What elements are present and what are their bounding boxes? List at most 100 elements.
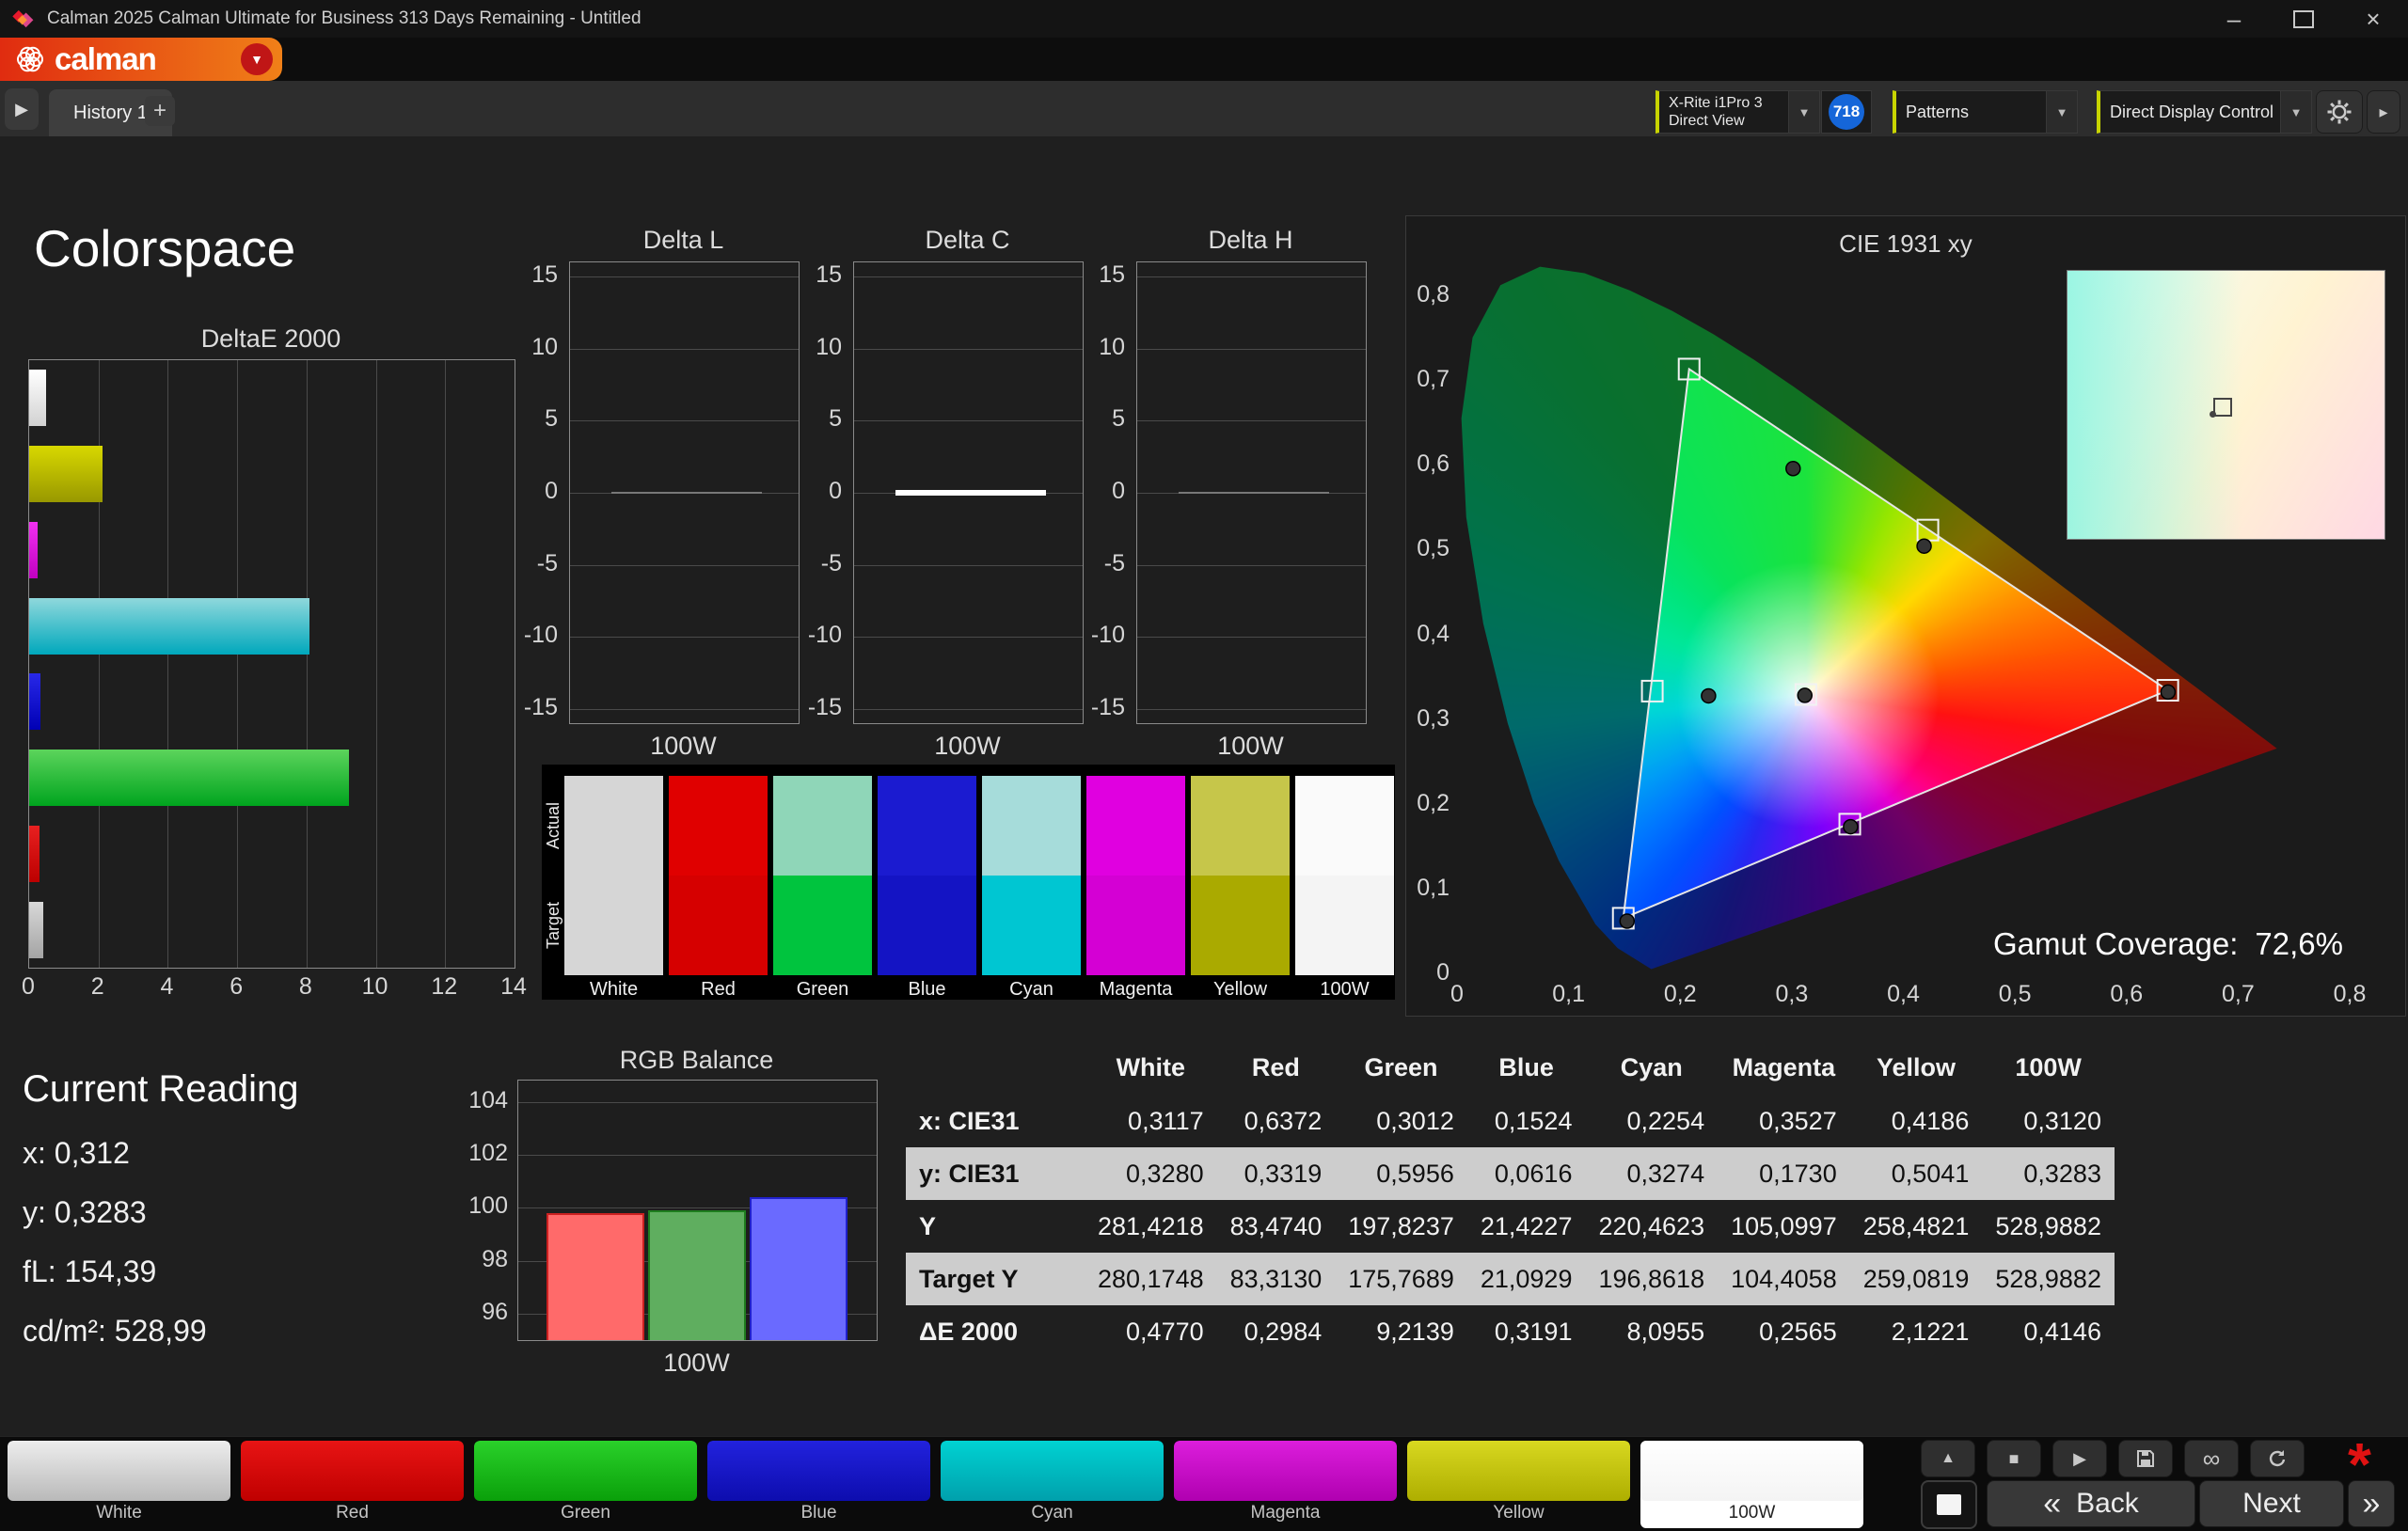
- deltae2000-x-axis: 02468101214: [28, 973, 514, 1002]
- minimize-icon: –: [2227, 5, 2241, 34]
- pattern-patch-magenta[interactable]: Magenta: [1174, 1441, 1397, 1528]
- pattern-window-icon: [1937, 1494, 1961, 1515]
- next-chevron-button[interactable]: »: [2348, 1480, 2395, 1527]
- axis-tick-label: 100: [465, 1192, 508, 1220]
- table-header-row: WhiteRedGreenBlueCyanMagentaYellow100W: [906, 1041, 2115, 1095]
- gridline: [1137, 637, 1366, 638]
- refresh-button[interactable]: [2250, 1440, 2305, 1477]
- back-button[interactable]: « Back: [1987, 1480, 2195, 1527]
- gridline: [570, 637, 799, 638]
- meter-badge: 718: [1829, 94, 1864, 130]
- logo-text: calman: [55, 41, 156, 77]
- stop-button[interactable]: ■: [1987, 1440, 2041, 1477]
- swatch-actual: [1295, 776, 1394, 876]
- patch-label: Blue: [707, 1503, 930, 1523]
- gridline: [854, 637, 1083, 638]
- save-button[interactable]: [2118, 1440, 2173, 1477]
- swatch-yellow: [1191, 776, 1290, 975]
- display-control-select[interactable]: Direct Display Control ▼: [2097, 90, 2312, 134]
- maximize-button[interactable]: [2269, 0, 2338, 38]
- cie-measured-dot-magenta: [1844, 820, 1858, 834]
- close-button[interactable]: ×: [2338, 0, 2408, 38]
- table-row: Y281,421883,4740197,823721,4227220,46231…: [906, 1200, 2115, 1253]
- x-axis-label: 100W: [1136, 732, 1365, 761]
- swatch-100w: [1295, 776, 1394, 975]
- table-cell: 175,7689: [1335, 1253, 1467, 1305]
- x-axis-label: 100W: [569, 732, 798, 761]
- rgb-bar-blue: [750, 1197, 848, 1340]
- measurement-table-grid: WhiteRedGreenBlueCyanMagentaYellow100Wx:…: [906, 1041, 2115, 1358]
- eject-button[interactable]: ▲: [1921, 1440, 1975, 1477]
- axis-tick-label: 0: [1408, 959, 1450, 986]
- link-button[interactable]: ∞: [2184, 1440, 2239, 1477]
- table-cell: 196,8618: [1585, 1253, 1718, 1305]
- gridline: [570, 349, 799, 350]
- axis-tick-label: 0,1: [1408, 875, 1450, 902]
- table-cell: 9,2139: [1335, 1305, 1467, 1358]
- title-bar: Calman 2025 Calman Ultimate for Business…: [0, 0, 2408, 38]
- pattern-patch-red[interactable]: Red: [241, 1441, 464, 1528]
- pattern-window-button[interactable]: [1921, 1480, 1977, 1529]
- chevron-down-icon: ▼: [1788, 91, 1819, 133]
- swatch-target: [1086, 876, 1185, 975]
- meter-select[interactable]: X-Rite i1Pro 3 Direct View ▼: [1656, 90, 1820, 134]
- settings-button[interactable]: [2316, 90, 2363, 134]
- gridline: [854, 420, 1083, 421]
- table-cell: 0,5956: [1335, 1147, 1467, 1200]
- measurement-zero-line: [1179, 492, 1329, 494]
- table-cell: 258,4821: [1850, 1200, 1983, 1253]
- table-cell: 105,0997: [1718, 1200, 1850, 1253]
- pattern-patch-blue[interactable]: Blue: [707, 1441, 930, 1528]
- cie-measured-dot-yellow: [1917, 539, 1931, 553]
- cie-measured-dot-green: [1786, 462, 1800, 476]
- logo-menu-button[interactable]: ▼: [241, 43, 273, 75]
- table-cell: 0,2565: [1718, 1305, 1850, 1358]
- swatch-green: [773, 776, 872, 975]
- display-control-label: Direct Display Control: [2100, 103, 2280, 122]
- table-cell: 2,1221: [1850, 1305, 1983, 1358]
- axis-tick-label: 14: [500, 973, 527, 1001]
- axis-tick-label: 8: [299, 973, 312, 1001]
- next-label: Next: [2242, 1488, 2301, 1520]
- swatch-label: Cyan: [982, 979, 1081, 1001]
- calman-flower-icon: [13, 42, 47, 76]
- table-cell: 0,3012: [1335, 1095, 1467, 1147]
- patch-label: Yellow: [1407, 1503, 1630, 1523]
- gamut-coverage: Gamut Coverage:72,6%: [1976, 926, 2343, 962]
- workflow-expander-button[interactable]: ▶: [5, 88, 39, 130]
- table-cell: 21,0929: [1467, 1253, 1586, 1305]
- delta-l-chart: Delta L 100W 151050-5-10-15: [503, 226, 814, 771]
- reading-x: x: 0,312: [23, 1136, 130, 1171]
- patch-color: [241, 1441, 464, 1501]
- pattern-patch-white[interactable]: White: [8, 1441, 230, 1528]
- pattern-patch-cyan[interactable]: Cyan: [941, 1441, 1164, 1528]
- pattern-patch-yellow[interactable]: Yellow: [1407, 1441, 1630, 1528]
- axis-tick-label: 104: [465, 1087, 508, 1114]
- minimize-button[interactable]: –: [2199, 0, 2269, 38]
- rgb-balance-plot: [517, 1080, 878, 1341]
- floppy-icon: [2134, 1447, 2157, 1470]
- back-chevron-icon: «: [2043, 1486, 2061, 1523]
- reading-cdm2: cd/m²: 528,99: [23, 1314, 207, 1349]
- table-cell: 220,4623: [1585, 1200, 1718, 1253]
- collapse-panel-button[interactable]: ▸: [2367, 90, 2400, 134]
- axis-tick-label: -15: [1070, 694, 1125, 721]
- reading-y: y: 0,3283: [23, 1195, 147, 1230]
- back-label: Back: [2076, 1488, 2139, 1520]
- add-tab-button[interactable]: +: [145, 96, 175, 126]
- gridline: [518, 1102, 877, 1103]
- swatch-cyan: [982, 776, 1081, 975]
- gridline: [570, 420, 799, 421]
- swatch-red: [669, 776, 768, 975]
- whitepoint-measured-dot: [2210, 411, 2216, 418]
- pattern-patch-green[interactable]: Green: [474, 1441, 697, 1528]
- deltae-bar-yellow: [29, 446, 103, 502]
- gridline: [570, 565, 799, 566]
- play-button[interactable]: ▶: [2052, 1440, 2107, 1477]
- patterns-select[interactable]: Patterns ▼: [1893, 90, 2078, 134]
- pattern-patch-100w[interactable]: 100W: [1640, 1441, 1863, 1528]
- next-button[interactable]: Next: [2199, 1480, 2344, 1527]
- table-row: Target Y280,174883,3130175,768921,092919…: [906, 1253, 2115, 1305]
- axis-tick-label: 4: [160, 973, 173, 1001]
- patch-label: White: [8, 1503, 230, 1523]
